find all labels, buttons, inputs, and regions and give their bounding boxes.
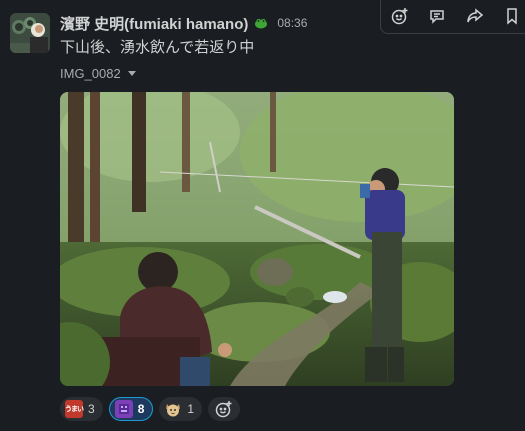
- add-reaction-icon[interactable]: [387, 3, 413, 29]
- umai-emoji-icon: うまい: [65, 400, 84, 418]
- status-frog-icon[interactable]: [254, 16, 268, 30]
- reaction-count: 3: [88, 402, 95, 416]
- message-container: 濱野 史明(fumiaki hamano) 08:36 下山後、湧水飲んで若返り…: [0, 0, 525, 431]
- sender-name[interactable]: 濱野 史明(fumiaki hamano): [60, 13, 248, 34]
- add-emoji-icon: [215, 401, 232, 418]
- share-icon[interactable]: [462, 3, 488, 29]
- cat-face-emoji-icon: [164, 400, 182, 418]
- reaction-umai[interactable]: うまい 3: [60, 397, 103, 421]
- avatar[interactable]: [10, 13, 50, 53]
- reactions-bar: うまい 3 8 1: [60, 397, 241, 421]
- reaction-emoji-label: うまい: [65, 406, 84, 413]
- reaction-cat[interactable]: 1: [159, 397, 203, 421]
- reaction-count: 1: [187, 402, 195, 416]
- timestamp[interactable]: 08:36: [277, 16, 307, 30]
- chevron-down-icon[interactable]: [127, 71, 136, 76]
- reply-thread-icon[interactable]: [424, 3, 450, 29]
- message-text: 下山後、湧水飲んで若返り中: [60, 39, 255, 56]
- reaction-count: 8: [137, 402, 145, 416]
- message-header: 濱野 史明(fumiaki hamano) 08:36: [60, 13, 307, 33]
- reaction-purple[interactable]: 8: [108, 397, 154, 421]
- attachment-filename-label: IMG_0082: [60, 66, 121, 81]
- add-reaction-button[interactable]: [208, 397, 241, 421]
- bookmark-icon[interactable]: [499, 3, 525, 29]
- attachment-image[interactable]: [60, 92, 454, 386]
- purple-emoji-icon: [114, 400, 133, 418]
- attachment-filename[interactable]: IMG_0082: [60, 66, 136, 81]
- message-actions-toolbar: [380, 0, 525, 34]
